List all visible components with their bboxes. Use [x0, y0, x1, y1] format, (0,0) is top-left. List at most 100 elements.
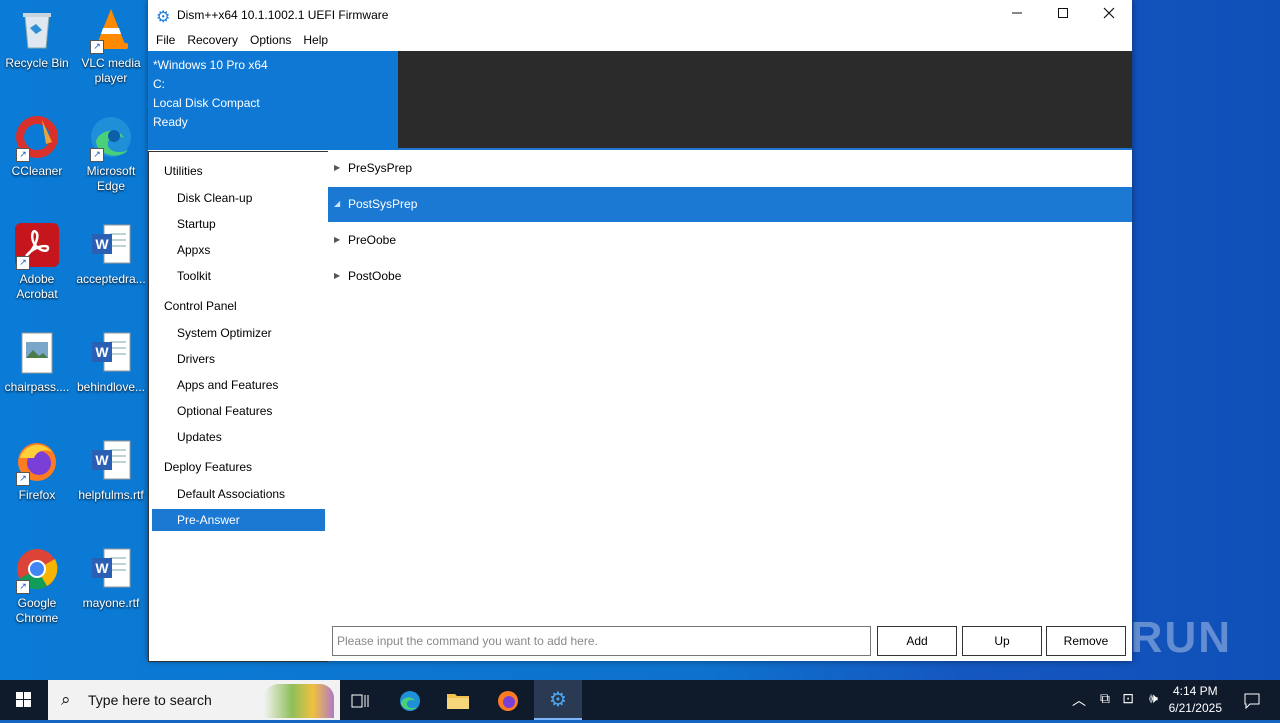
sidebar-item-apps-and-features[interactable]: Apps and Features [152, 374, 325, 396]
menu-options[interactable]: Options [244, 30, 297, 51]
taskbar-clock[interactable]: 4:14 PM 6/21/2025 [1169, 683, 1222, 717]
svg-text:W: W [95, 236, 109, 252]
svg-text:W: W [95, 452, 109, 468]
sidebar-item-pre-answer[interactable]: Pre-Answer [152, 509, 325, 531]
taskbar-firefox[interactable] [484, 680, 532, 720]
usb-device-icon[interactable]: ⧉ [1100, 690, 1110, 707]
desktop-icon-chairpass[interactable]: chairpass.... [0, 330, 74, 395]
expand-arrow-icon[interactable]: ▶ [334, 223, 340, 257]
desktop-icon-label: CCleaner [11, 164, 63, 178]
add-button[interactable]: Add [877, 626, 957, 656]
desktop-icon-label: Firefox [18, 488, 56, 502]
network-icon[interactable]: ⊡ [1122, 690, 1134, 707]
acrobat-icon: ↗ [14, 222, 60, 270]
shortcut-arrow-icon: ↗ [90, 148, 104, 162]
tree-item-label: PostSysPrep [348, 197, 418, 211]
sidebar-item-drivers[interactable]: Drivers [152, 348, 325, 370]
notification-center-button[interactable] [1232, 680, 1272, 720]
volume-icon[interactable]: 🕪 [1149, 690, 1158, 707]
tree-item-postsysprep[interactable]: ◢ PostSysPrep [328, 187, 1132, 222]
window-title: Dism++x64 10.1.1002.1 UEFI Firmware [177, 8, 389, 22]
os-name: *Windows 10 Pro x64 [153, 58, 268, 72]
desktop-icon-label: Recycle Bin [5, 56, 69, 70]
image-info-bar: *Windows 10 Pro x64 C: Local Disk Compac… [148, 51, 1132, 150]
sidebar-group-utilities: Utilities [164, 164, 203, 178]
sidebar-item-disk-clean-up[interactable]: Disk Clean-up [152, 187, 325, 209]
desktop-icon-acceptedra[interactable]: W acceptedra... [74, 222, 148, 287]
notification-icon [1244, 693, 1260, 710]
sidebar-item-system-optimizer[interactable]: System Optimizer [152, 322, 325, 344]
gears-app-icon: ⚙ [549, 689, 567, 711]
sidebar-item-appxs[interactable]: Appxs [152, 239, 325, 261]
sidebar-item-optional-features[interactable]: Optional Features [152, 400, 325, 422]
sidebar-item-updates[interactable]: Updates [152, 426, 325, 448]
sidebar-group-deploy-features: Deploy Features [164, 460, 253, 474]
taskbar-edge[interactable] [386, 680, 434, 720]
search-icon: ⌕ [61, 690, 71, 709]
clock-date: 6/21/2025 [1168, 701, 1222, 715]
folder-icon [447, 694, 469, 710]
tree-item-preoobe[interactable]: ▶ PreOobe [328, 223, 1132, 258]
title-bar[interactable]: ⚙ Dism++x64 10.1.1002.1 UEFI Firmware [148, 0, 1132, 30]
svg-text:W: W [95, 560, 109, 576]
expand-arrow-icon[interactable]: ▶ [334, 151, 340, 185]
desktop-icon-label: Microsoft Edge [86, 164, 136, 193]
desktop-icon-label: mayone.rtf [82, 596, 140, 610]
task-view-button[interactable] [336, 680, 384, 720]
desktop-icon-google-chrome[interactable]: ↗ Google Chrome [0, 546, 74, 626]
collapse-arrow-icon[interactable]: ◢ [334, 187, 340, 221]
minimize-icon [1012, 12, 1022, 14]
desktop-icon-recycle-bin[interactable]: Recycle Bin [0, 6, 74, 71]
svg-text:W: W [95, 344, 109, 360]
tree-item-label: PreOobe [348, 233, 397, 247]
system-info-panel[interactable]: *Windows 10 Pro x64 C: Local Disk Compac… [148, 51, 398, 150]
pre-answer-content: ▶ PreSysPrep ◢ PostSysPrep ▶ PreOobe ▶ P… [328, 151, 1132, 661]
menu-help[interactable]: Help [297, 30, 334, 51]
desktop-icon-helpfulms[interactable]: W helpfulms.rtf [74, 438, 148, 503]
expand-arrow-icon[interactable]: ▶ [334, 259, 340, 293]
shortcut-arrow-icon: ↗ [16, 256, 30, 270]
close-button[interactable] [1086, 0, 1132, 30]
sidebar-item-toolkit[interactable]: Toolkit [152, 265, 325, 287]
shortcut-arrow-icon: ↗ [16, 580, 30, 594]
taskbar-search-box[interactable]: ⌕ Type here to search [48, 680, 340, 720]
maximize-icon [1058, 8, 1068, 18]
desktop-icon-label: VLC media player [81, 56, 141, 85]
disk-mode: Local Disk Compact [153, 96, 260, 110]
desktop-icon-label: behindlove... [76, 380, 146, 394]
menu-file[interactable]: File [150, 30, 181, 51]
firefox-icon [498, 691, 518, 712]
minimize-button[interactable] [994, 0, 1040, 30]
remove-button[interactable]: Remove [1046, 626, 1126, 656]
show-hidden-icons-chevron-icon[interactable]: ︿ [1072, 690, 1086, 710]
word-doc-icon: W [88, 546, 134, 592]
taskbar-file-explorer[interactable] [434, 680, 482, 720]
menu-recovery[interactable]: Recovery [181, 30, 244, 51]
desktop-icon-label: acceptedra... [76, 272, 146, 286]
command-input[interactable] [332, 626, 871, 656]
desktop-icon-microsoft-edge[interactable]: ↗ Microsoft Edge [74, 114, 148, 194]
image-file-icon [14, 330, 60, 376]
desktop-icon-vlc[interactable]: ↗ VLC media player [74, 6, 148, 86]
tree-item-presysprep[interactable]: ▶ PreSysPrep [328, 151, 1132, 186]
desktop-icon-ccleaner[interactable]: ↗ CCleaner [0, 114, 74, 179]
desktop-icon-adobe-acrobat[interactable]: ↗ Adobe Acrobat [0, 222, 74, 302]
word-doc-icon: W [88, 222, 134, 268]
clock-time: 4:14 PM [1172, 684, 1218, 698]
ccleaner-icon: ↗ [14, 114, 60, 162]
tree-item-postoobe[interactable]: ▶ PostOobe [328, 259, 1132, 294]
up-button[interactable]: Up [962, 626, 1042, 656]
drive-letter: C: [153, 77, 165, 91]
sidebar-item-startup[interactable]: Startup [152, 213, 325, 235]
desktop-icon-firefox[interactable]: ↗ Firefox [0, 438, 74, 503]
taskbar-dism[interactable]: ⚙ [534, 680, 582, 720]
tree-item-label: PostOobe [348, 269, 402, 283]
maximize-button[interactable] [1040, 0, 1086, 30]
desktop-icon-mayone[interactable]: W mayone.rtf [74, 546, 148, 611]
start-button[interactable] [0, 680, 48, 720]
shortcut-arrow-icon: ↗ [90, 40, 104, 54]
desktop-icon-label: Google Chrome [15, 596, 59, 625]
search-placeholder: Type here to search [88, 692, 212, 708]
sidebar-item-default-associations[interactable]: Default Associations [152, 483, 325, 505]
desktop-icon-behindlove[interactable]: W behindlove... [74, 330, 148, 395]
